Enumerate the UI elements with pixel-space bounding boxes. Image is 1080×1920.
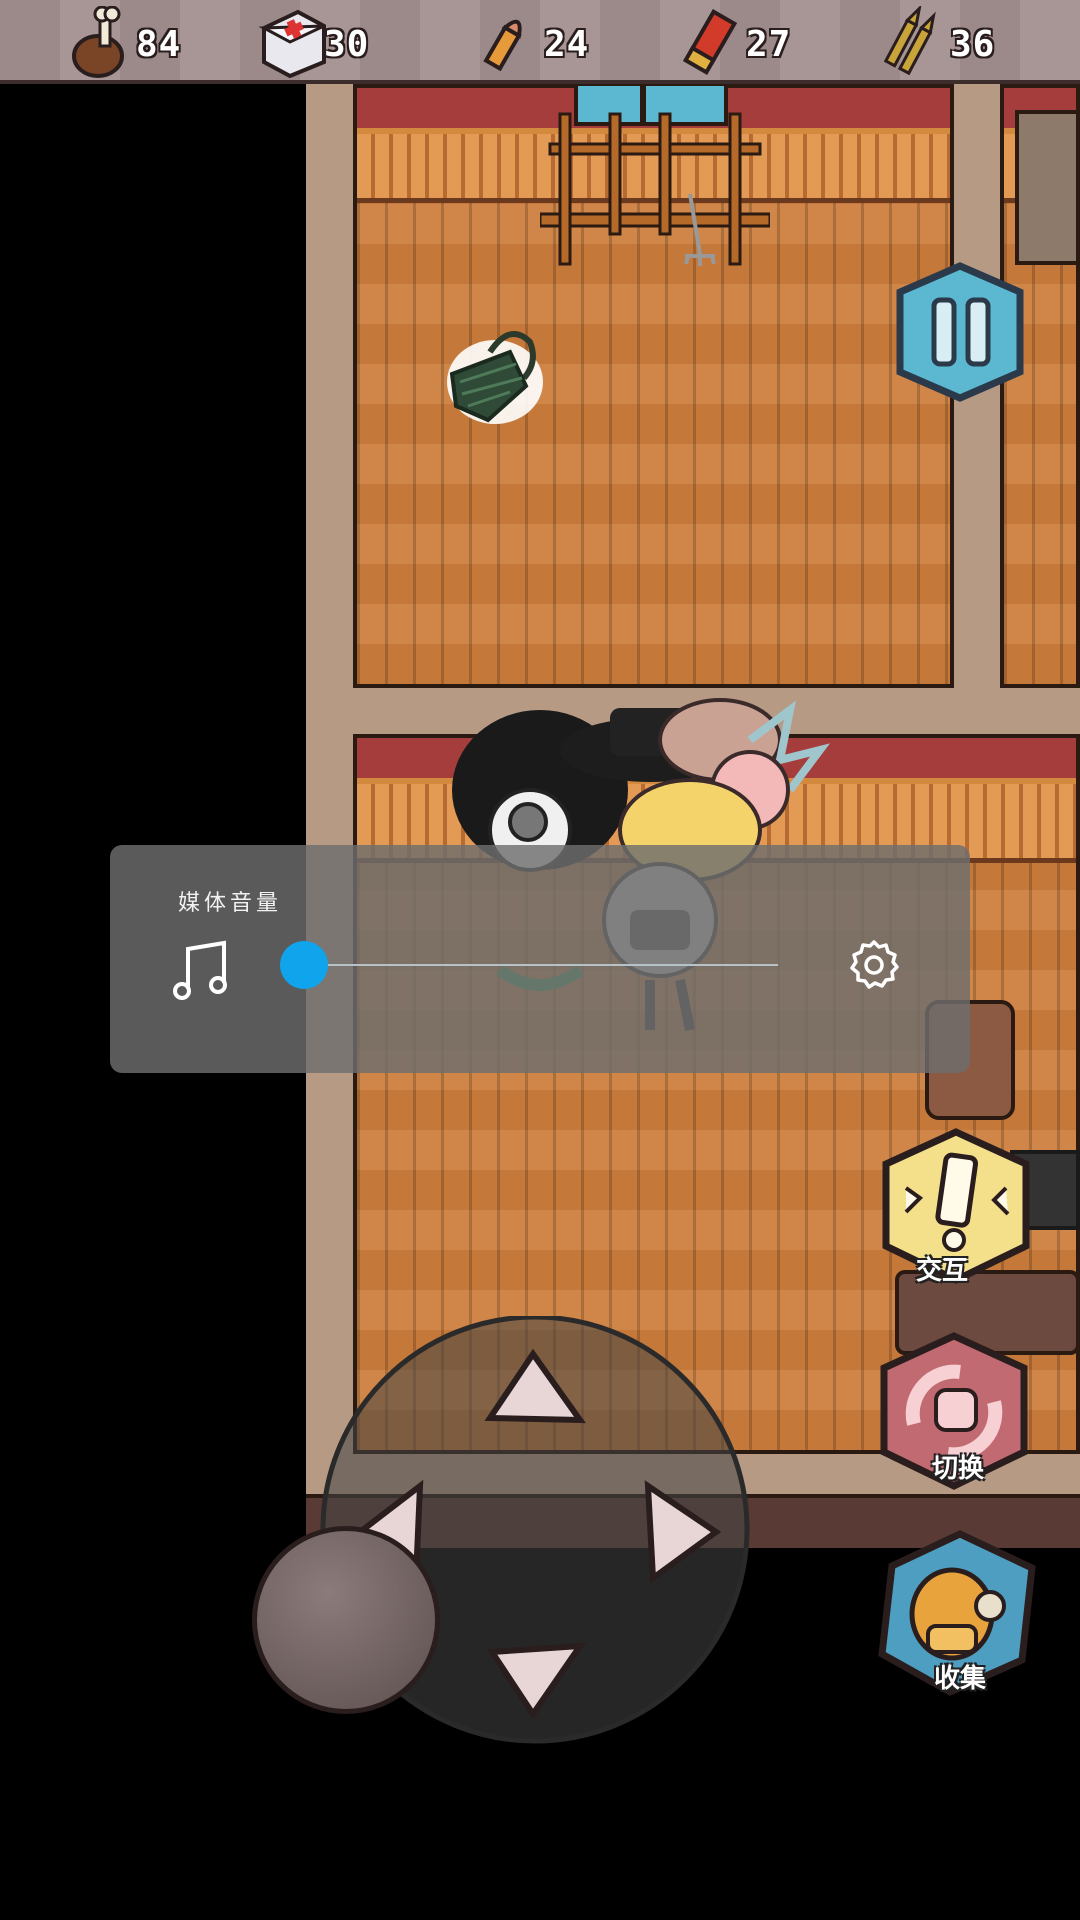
pistol-ammo-count: 24 (544, 24, 590, 65)
shotgun-ammo-count: 27 (746, 24, 792, 65)
rifle-ammo-count: 36 (950, 24, 996, 65)
music-note-icon[interactable] (172, 937, 232, 1001)
collect-button[interactable]: 收集 (872, 1530, 1038, 1696)
pause-button[interactable] (890, 262, 1030, 402)
food-count: 84 (136, 24, 182, 65)
shotgun-shell-icon (682, 9, 738, 75)
interact-label: 交互 (916, 1256, 969, 1286)
volume-title: 媒体音量 (178, 891, 283, 916)
medkit-count: 30 (324, 24, 370, 65)
volume-slider-track[interactable] (304, 964, 778, 966)
joystick-thumb[interactable] (252, 1526, 440, 1714)
weapon-rack (540, 84, 770, 266)
switch-button[interactable]: 切换 (870, 1332, 1036, 1492)
bullet-icon (483, 19, 522, 72)
media-volume-panel: 媒体音量 (110, 845, 970, 1073)
switch-label: 切换 (932, 1454, 985, 1484)
first-aid-kit-icon (258, 9, 326, 78)
rifle-bullets-icon (884, 6, 936, 76)
collect-label: 收集 (934, 1664, 987, 1694)
cabinet (1015, 110, 1080, 265)
game-screen: 84 30 24 27 36 交互 切换 收集 媒体音量 (0, 0, 1080, 1920)
interact-button[interactable]: 交互 (876, 1128, 1036, 1288)
drumstick-icon (72, 6, 124, 78)
volume-slider-thumb[interactable] (280, 941, 328, 989)
resource-bar: 84 30 24 27 36 (0, 0, 1080, 84)
basket-item[interactable] (440, 322, 550, 432)
gear-icon[interactable] (848, 939, 900, 991)
